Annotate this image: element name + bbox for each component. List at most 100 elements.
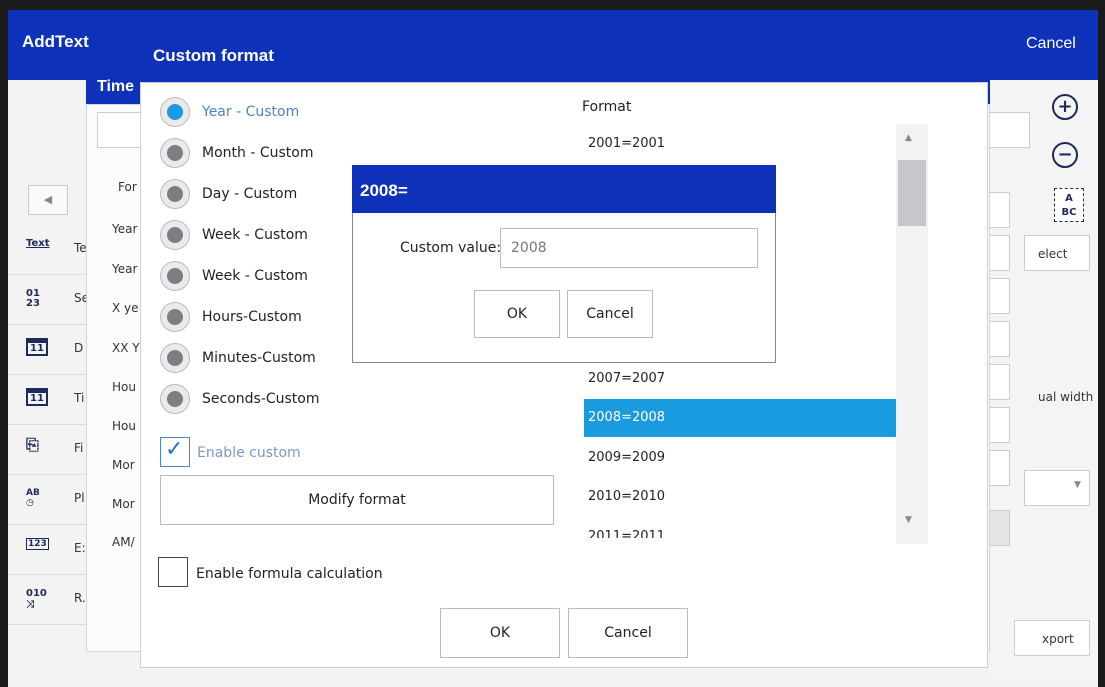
time-row: Hou — [112, 380, 136, 394]
popup-ok-button[interactable]: OK — [474, 290, 560, 338]
format-list-item[interactable]: 2001=2001 — [584, 125, 896, 163]
radio-dot-icon — [160, 261, 190, 291]
sidebar-item-label: D — [74, 341, 84, 355]
radio-dot-icon — [160, 97, 190, 127]
custom-value-input[interactable]: 2008 — [500, 228, 758, 268]
sidebar-item-text[interactable]: Text Te — [8, 225, 87, 275]
right-field — [988, 321, 1010, 357]
plan-icon: AB ◷ — [26, 488, 40, 508]
radio-week-custom[interactable]: Week - Custom — [160, 218, 350, 252]
cancel-button[interactable]: Cancel — [568, 608, 688, 658]
time-dialog-title: Time — [97, 78, 135, 95]
sidebar-item-expression[interactable]: 123 E: — [8, 525, 86, 575]
right-field — [988, 450, 1010, 486]
radio-dot-icon — [160, 343, 190, 373]
time-row: Hou — [112, 419, 136, 433]
time-row: AM/ — [112, 535, 135, 549]
format-list-item-selected[interactable]: 2008=2008 — [584, 399, 896, 437]
scrollbar-thumb[interactable] — [898, 160, 926, 226]
text-box-icon[interactable]: A BC — [1054, 188, 1084, 222]
serial-number-icon: 01 23 — [26, 288, 40, 309]
sidebar: Text Te 01 23 Se 11 D 11 Ti ⎘ Fi AB ◷ Pl 1… — [8, 225, 89, 635]
right-field — [988, 112, 1030, 148]
sidebar-item-file[interactable]: ⎘ Fi — [8, 425, 86, 475]
radio-label: Minutes-Custom — [202, 350, 316, 366]
popup-cancel-button[interactable]: Cancel — [567, 290, 653, 338]
sidebar-item-label: R. — [74, 591, 86, 605]
text-icon: Text — [26, 238, 50, 249]
scroll-down-icon[interactable]: ▼ — [905, 515, 912, 525]
enable-formula-label: Enable formula calculation — [196, 566, 383, 582]
export-label: xport — [1042, 632, 1074, 646]
radio-label: Day - Custom — [202, 186, 298, 202]
custom-value-popup-header — [352, 165, 776, 213]
format-list-item[interactable]: 2011=2011 — [584, 518, 896, 538]
radio-day-custom[interactable]: Day - Custom — [160, 177, 350, 211]
date-calendar-icon: 11 — [26, 338, 48, 356]
sidebar-item-date[interactable]: 11 D — [8, 325, 86, 375]
radio-year-custom[interactable]: Year - Custom — [160, 95, 350, 129]
time-calendar-icon: 11 — [26, 388, 48, 406]
right-field — [988, 510, 1010, 546]
checkmark-icon: ✓ — [165, 437, 184, 462]
chevron-down-icon: ▼ — [1074, 480, 1081, 490]
right-field — [988, 364, 1010, 400]
radio-dot-icon — [160, 220, 190, 250]
right-field — [988, 235, 1010, 271]
sidebar-item-label: Pl — [74, 491, 85, 505]
ok-button[interactable]: OK — [440, 608, 560, 658]
select-label: elect — [1038, 247, 1068, 261]
enable-formula-checkbox[interactable] — [158, 557, 188, 587]
right-field — [988, 407, 1010, 443]
zoom-in-icon[interactable]: + — [1052, 94, 1078, 120]
actual-width-label: ual width — [1038, 390, 1094, 404]
radio-label: Year - Custom — [202, 104, 300, 120]
modify-format-button[interactable]: Modify format — [160, 475, 554, 525]
radio-label: Week - Custom — [202, 227, 308, 243]
sidebar-item-random[interactable]: 010 ⤨ R. — [8, 575, 86, 625]
enable-custom-label: Enable custom — [197, 445, 301, 461]
time-row: Mor — [112, 497, 135, 511]
radio-hours-custom[interactable]: Hours-Custom — [160, 300, 350, 334]
custom-value-popup-title: 2008= — [360, 181, 408, 200]
radio-minutes-custom[interactable]: Minutes-Custom — [160, 341, 350, 375]
right-field — [988, 192, 1010, 228]
custom-value-label: Custom value: — [400, 240, 502, 256]
radio-label: Month - Custom — [202, 145, 314, 161]
sidebar-item-label: Fi — [74, 441, 84, 455]
radio-week-custom-2[interactable]: Week - Custom — [160, 259, 350, 293]
sidebar-item-time[interactable]: 11 Ti — [8, 375, 86, 425]
app-cancel-button[interactable]: Cancel — [1026, 35, 1076, 53]
radio-label: Week - Custom — [202, 268, 308, 284]
time-row: X ye — [112, 301, 139, 315]
time-row: Mor — [112, 458, 135, 472]
right-panel: + − A BC elect ual width ▼ xport — [988, 80, 1098, 680]
radio-dot-icon — [160, 302, 190, 332]
radio-label: Hours-Custom — [202, 309, 302, 325]
left-arrow-button[interactable]: ◀ — [28, 185, 68, 215]
sidebar-item-serial[interactable]: 01 23 Se — [8, 275, 89, 325]
radio-seconds-custom[interactable]: Seconds-Custom — [160, 382, 350, 416]
time-row: Year — [112, 222, 138, 236]
radio-label: Seconds-Custom — [202, 391, 320, 407]
time-row: Year — [112, 262, 138, 276]
format-list-item[interactable]: 2009=2009 — [584, 439, 896, 477]
sidebar-item-plan[interactable]: AB ◷ Pl — [8, 475, 86, 525]
format-list-item[interactable]: 2010=2010 — [584, 478, 896, 516]
app-title: AddText — [22, 32, 89, 51]
custom-format-title: Custom format — [153, 46, 274, 65]
expression-icon: 123 — [26, 538, 49, 550]
zoom-out-icon[interactable]: − — [1052, 142, 1078, 168]
format-list-item[interactable]: 2007=2007 — [584, 360, 896, 398]
radio-dot-icon — [160, 384, 190, 414]
scroll-up-icon[interactable]: ▲ — [905, 133, 912, 143]
time-format-label: For — [118, 180, 137, 194]
radio-dot-icon — [160, 138, 190, 168]
format-heading: Format — [582, 99, 632, 115]
file-icon: ⎘ — [26, 435, 39, 454]
radio-month-custom[interactable]: Month - Custom — [160, 136, 350, 170]
radio-dot-icon — [160, 179, 190, 209]
time-row: XX Y — [112, 341, 140, 355]
sidebar-item-label: Ti — [74, 391, 85, 405]
right-field — [988, 278, 1010, 314]
